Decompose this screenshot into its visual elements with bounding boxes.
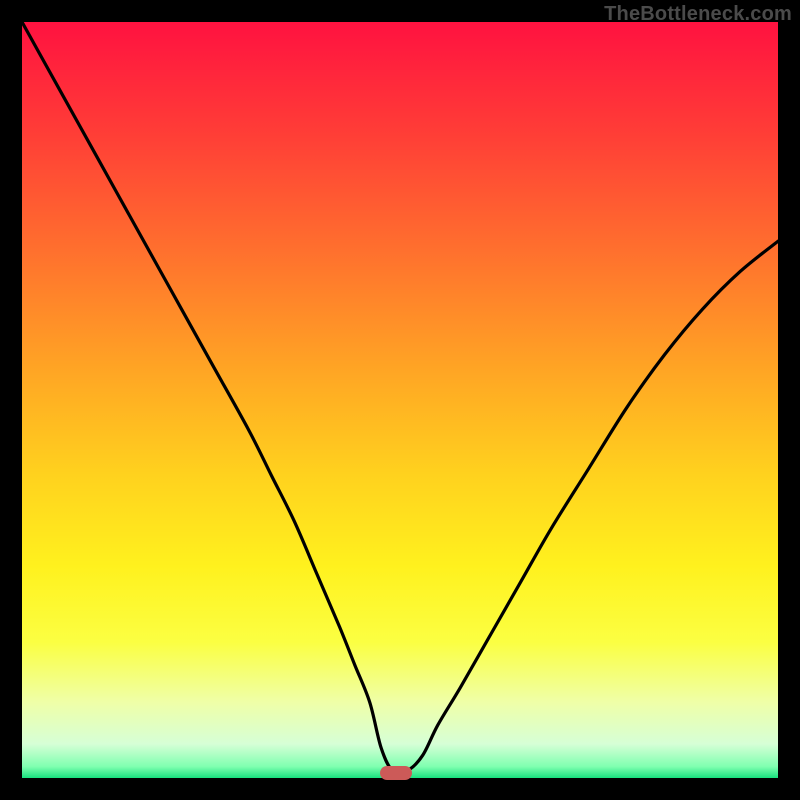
plot-area xyxy=(22,22,778,778)
watermark-text: TheBottleneck.com xyxy=(604,3,792,26)
bottleneck-curve xyxy=(22,22,778,778)
optimal-point-marker xyxy=(380,766,412,780)
chart-frame: TheBottleneck.com xyxy=(0,0,800,800)
